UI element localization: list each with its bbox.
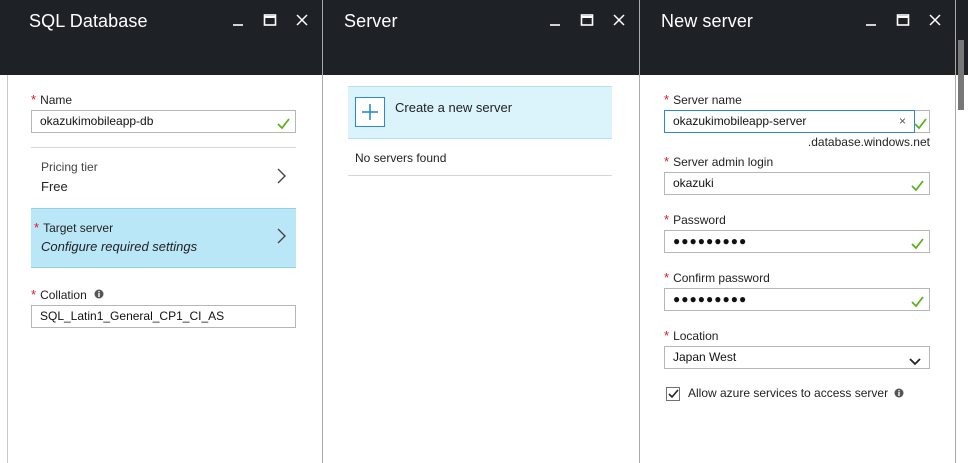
right-edge (956, 0, 968, 463)
admin-login-value: okazuki (673, 176, 714, 190)
allow-azure-label-row: Allow azure services to access server (688, 386, 904, 401)
collation-value: SQL_Latin1_General_CP1_CI_AS (40, 309, 225, 323)
confirm-password-input[interactable]: ●●●●●●●●● (664, 288, 930, 311)
location-select[interactable]: Japan West (664, 346, 930, 369)
no-servers-text: No servers found (355, 151, 447, 165)
server-blade: Server Create a new server No servers fo… (323, 0, 640, 463)
blade-header: SQL Database (8, 0, 322, 75)
required-asterisk: * (31, 92, 37, 107)
confirm-password-label-row: * Confirm password (664, 269, 770, 287)
sql-database-blade: SQL Database * Name okazukimobileapp-db P… (8, 0, 323, 463)
admin-login-input[interactable]: okazuki (664, 172, 930, 195)
confirm-password-value: ●●●●●●●●● (673, 292, 748, 306)
clear-input-icon[interactable]: × (899, 111, 906, 132)
location-label-row: * Location (664, 327, 718, 345)
create-new-server-button[interactable]: Create a new server (348, 86, 612, 139)
password-input[interactable]: ●●●●●●●●● (664, 230, 930, 253)
valid-check-icon (911, 178, 924, 199)
blade-title: Server (344, 11, 398, 31)
close-icon[interactable] (611, 12, 627, 28)
info-icon[interactable] (94, 286, 104, 304)
new-server-blade: New server * Server name okazukimobileapp… (640, 0, 956, 463)
valid-check-icon (911, 236, 924, 257)
required-asterisk: * (34, 220, 40, 235)
collation-input[interactable]: SQL_Latin1_General_CP1_CI_AS (31, 305, 296, 328)
maximize-icon[interactable] (579, 12, 595, 28)
plus-icon (355, 97, 385, 127)
info-icon[interactable] (894, 387, 904, 401)
target-server-row[interactable]: * Target server Configure required settin… (31, 208, 296, 268)
password-value: ●●●●●●●●● (673, 234, 748, 248)
left-blade-edge (0, 0, 8, 463)
admin-label-row: * Server admin login (664, 153, 773, 171)
chevron-right-icon (276, 228, 286, 249)
server-name-label: Server name (673, 93, 742, 107)
allow-azure-label: Allow azure services to access server (688, 386, 889, 400)
required-asterisk: * (664, 328, 670, 343)
pricing-tier-value: Free (41, 179, 68, 194)
server-name-input[interactable]: okazukimobileapp-server × (664, 110, 915, 133)
create-new-server-label: Create a new server (395, 100, 513, 115)
name-input[interactable]: okazukimobileapp-db (31, 110, 296, 133)
location-value: Japan West (673, 350, 737, 364)
confirm-password-label: Confirm password (673, 271, 770, 285)
target-server-value: Configure required settings (41, 239, 198, 254)
valid-check-icon (277, 116, 290, 137)
valid-check-icon (911, 294, 924, 315)
scrollbar-thumb[interactable] (958, 40, 964, 110)
collation-label-row: * Collation (31, 286, 104, 304)
required-asterisk: * (664, 212, 670, 227)
target-server-label: Target server (43, 221, 114, 235)
pricing-tier-label: Pricing tier (41, 160, 98, 174)
required-asterisk: * (31, 287, 37, 303)
minimize-icon[interactable] (863, 12, 879, 28)
valid-check-icon (914, 116, 927, 137)
collation-label: Collation (40, 288, 87, 303)
required-asterisk: * (664, 92, 670, 107)
name-label: Name (40, 93, 73, 107)
close-icon[interactable] (927, 12, 943, 28)
name-label-row: * Name (31, 91, 72, 109)
password-label-row: * Password (664, 211, 726, 229)
blade-title: SQL Database (29, 11, 148, 31)
minimize-icon[interactable] (547, 12, 563, 28)
chevron-right-icon (276, 168, 286, 189)
location-label: Location (673, 329, 719, 343)
server-name-label-row: * Server name (664, 91, 742, 109)
maximize-icon[interactable] (895, 12, 911, 28)
server-name-input-frame: okazukimobileapp-server × (664, 110, 930, 133)
chevron-down-icon (909, 353, 921, 374)
minimize-icon[interactable] (230, 12, 246, 28)
blade-title: New server (661, 11, 754, 31)
password-label: Password (673, 213, 726, 227)
maximize-icon[interactable] (262, 12, 278, 28)
name-value: okazukimobileapp-db (40, 114, 154, 128)
blade-header: Server (323, 0, 639, 75)
blade-header: New server (640, 0, 955, 75)
domain-suffix: .database.windows.net (807, 135, 930, 149)
allow-azure-checkbox[interactable] (666, 387, 680, 401)
admin-login-label: Server admin login (673, 155, 774, 169)
required-asterisk: * (664, 270, 670, 285)
close-icon[interactable] (294, 12, 310, 28)
pricing-tier-row[interactable]: Pricing tier Free (31, 148, 296, 206)
required-asterisk: * (664, 154, 670, 169)
server-name-value: okazukimobileapp-server (673, 114, 807, 128)
